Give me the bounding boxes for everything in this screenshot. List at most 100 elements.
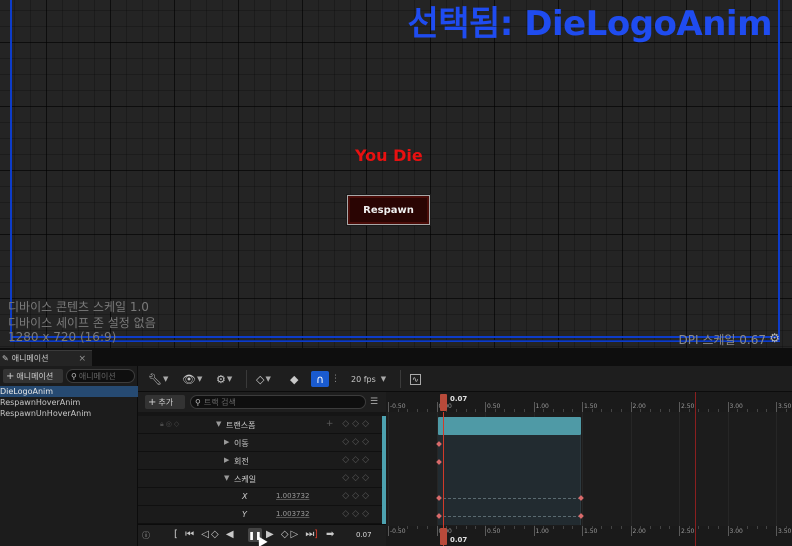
track-label: 이동 xyxy=(234,439,249,448)
plus-icon: + xyxy=(148,396,157,408)
track-search-input[interactable]: ⚲ 트랙 검색 xyxy=(190,395,366,409)
track-value[interactable]: 1.003732 xyxy=(276,510,309,518)
key-add-icon: ◆ xyxy=(290,372,299,386)
designer-viewport[interactable]: 선택됨: DieLogoAnim You Die Respawn 디바이스 콘텐… xyxy=(0,0,792,348)
tab-animation-label: 애니메이션 xyxy=(11,354,49,363)
animation-list: DieLogoAnim RespawnHoverAnim RespawnUnHo… xyxy=(0,386,138,419)
close-icon[interactable]: × xyxy=(78,354,86,364)
tick-label: 1.50 xyxy=(584,403,598,410)
minor-tick xyxy=(455,409,457,412)
minor-tick xyxy=(407,409,409,412)
diamond-icon: ◇ xyxy=(256,372,265,386)
minor-tick xyxy=(397,526,399,529)
minor-tick xyxy=(708,409,710,412)
snap-toggle-button[interactable]: ∩ xyxy=(311,371,329,387)
current-time-display[interactable]: 0.07 xyxy=(356,531,372,539)
device-safe-zone-text: 디바이스 세이프 존 설정 없음 xyxy=(8,316,156,330)
curve-editor-button[interactable]: ∿ xyxy=(410,371,421,387)
tick-label: 1.50 xyxy=(584,528,598,535)
minor-tick xyxy=(785,409,787,412)
minor-tick xyxy=(572,409,574,412)
tick-label: 1.00 xyxy=(535,528,549,535)
track-row[interactable]: ▼ 스케일 ◇◇◇ xyxy=(138,470,386,488)
add-key-button[interactable]: ◆ xyxy=(290,371,298,387)
loop-icon[interactable]: ➡ xyxy=(326,529,336,540)
view-options-button[interactable]: 👁︎ ▼ xyxy=(182,371,202,387)
playhead-handle-top[interactable] xyxy=(440,394,447,411)
search-icon: ⚲ xyxy=(195,397,201,407)
playback-end-marker[interactable] xyxy=(695,392,696,546)
keyframe-nav-icon[interactable]: ◇◇◇ xyxy=(342,491,372,501)
filter-icon[interactable]: ☰ xyxy=(370,397,378,407)
track-row[interactable]: ▶ 이동 ◇◇◇ xyxy=(138,434,386,452)
chevron-right-icon[interactable]: ▶ xyxy=(224,456,229,464)
dpi-scale-text: DPI 스케일 0.67 xyxy=(678,333,766,347)
track-row[interactable]: ▶ 회전 ◇◇◇ xyxy=(138,452,386,470)
minor-tick xyxy=(669,409,671,412)
transport-controls-left[interactable]: [ ⏮ ◁◇ ◀ xyxy=(174,529,236,540)
grid-line xyxy=(582,412,583,526)
list-item[interactable]: DieLogoAnim xyxy=(0,386,138,397)
end-marker-icon[interactable]: ] xyxy=(314,529,320,540)
respawn-button[interactable]: Respawn xyxy=(346,194,431,226)
minor-tick xyxy=(708,526,710,529)
minor-tick xyxy=(756,409,758,412)
tab-animation[interactable]: ✎ 애니메이션 × xyxy=(0,350,92,366)
minor-tick xyxy=(426,526,428,529)
track-row[interactable]: 🔒︎◎◇ ▼ 트랜스폼 + ◇◇◇ xyxy=(138,416,386,434)
chevron-right-icon[interactable]: ▶ xyxy=(224,438,229,446)
minor-tick xyxy=(543,526,545,529)
add-track-button[interactable]: + 추가 xyxy=(145,395,185,409)
key-menu-button[interactable]: ◇ ▼ xyxy=(256,371,271,387)
resolution-text: 1280 x 720 (16:9) xyxy=(8,330,117,344)
widget-frame-bottom-edge xyxy=(10,336,780,341)
lock-icon[interactable]: 🔒︎◎◇ xyxy=(160,420,181,429)
minor-tick xyxy=(417,409,419,412)
transport-controls-right[interactable]: ▶ ◇▷ ⏭ xyxy=(266,529,316,540)
chevron-down-icon[interactable]: ▼ xyxy=(224,474,229,482)
chevron-down-icon: ▼ xyxy=(380,375,387,383)
grid-line xyxy=(630,412,632,526)
keyframe-nav-icon[interactable]: ◇◇◇ xyxy=(342,455,372,465)
keyframe-nav-icon[interactable]: + ◇◇◇ xyxy=(326,419,372,429)
eye-icon: 👁︎ xyxy=(182,372,196,386)
keyframe-nav-icon[interactable]: ◇◇◇ xyxy=(342,509,372,519)
minor-tick xyxy=(562,526,564,529)
track-label: 트랜스폼 xyxy=(226,421,256,430)
animation-search-input[interactable]: ⚲ 애니메이션 xyxy=(66,369,135,383)
fps-dropdown[interactable]: 20 fps ▼ xyxy=(351,371,386,387)
minor-tick xyxy=(475,526,477,529)
minor-tick xyxy=(465,409,467,412)
playback-options-button[interactable]: ⚙ ▼ xyxy=(216,371,232,387)
track-value[interactable]: 1.003732 xyxy=(276,492,309,500)
list-item[interactable]: RespawnHoverAnim xyxy=(0,397,138,408)
playhead[interactable] xyxy=(443,412,444,546)
gear-icon[interactable]: ⚙ xyxy=(769,331,780,345)
minor-tick xyxy=(659,526,661,529)
wrench-menu-button[interactable]: 🔧︎ ▼ xyxy=(148,371,168,387)
minor-tick xyxy=(640,526,642,529)
grid-line xyxy=(727,412,729,526)
minor-tick xyxy=(669,526,671,529)
info-icon[interactable]: ⓘ xyxy=(142,530,150,541)
tick-mark xyxy=(533,402,535,412)
minor-tick xyxy=(649,409,651,412)
transform-section-bar[interactable] xyxy=(438,417,581,435)
playhead-handle-bottom[interactable] xyxy=(440,528,447,545)
minor-tick xyxy=(688,526,690,529)
minor-tick xyxy=(543,409,545,412)
chevron-down-icon[interactable]: ▼ xyxy=(216,420,221,428)
minor-tick xyxy=(717,409,719,412)
magnet-icon: ∩ xyxy=(315,372,325,386)
minor-tick xyxy=(523,409,525,412)
list-item[interactable]: RespawnUnHoverAnim xyxy=(0,408,138,419)
tick-label: 0.50 xyxy=(487,403,501,410)
track-row[interactable]: Y 1.003732 ◇◇◇ xyxy=(138,506,386,524)
more-options-icon[interactable]: ⋮ xyxy=(331,371,340,387)
keyframe-nav-icon[interactable]: ◇◇◇ xyxy=(342,473,372,483)
keyframe-nav-icon[interactable]: ◇◇◇ xyxy=(342,437,372,447)
you-die-text[interactable]: You Die xyxy=(355,146,423,165)
add-animation-button[interactable]: + 애니메이션 xyxy=(3,369,63,383)
track-row[interactable]: X 1.003732 ◇◇◇ xyxy=(138,488,386,506)
timeline-area[interactable]: -0.500.000.501.001.502.002.503.003.50 -0… xyxy=(386,392,792,546)
